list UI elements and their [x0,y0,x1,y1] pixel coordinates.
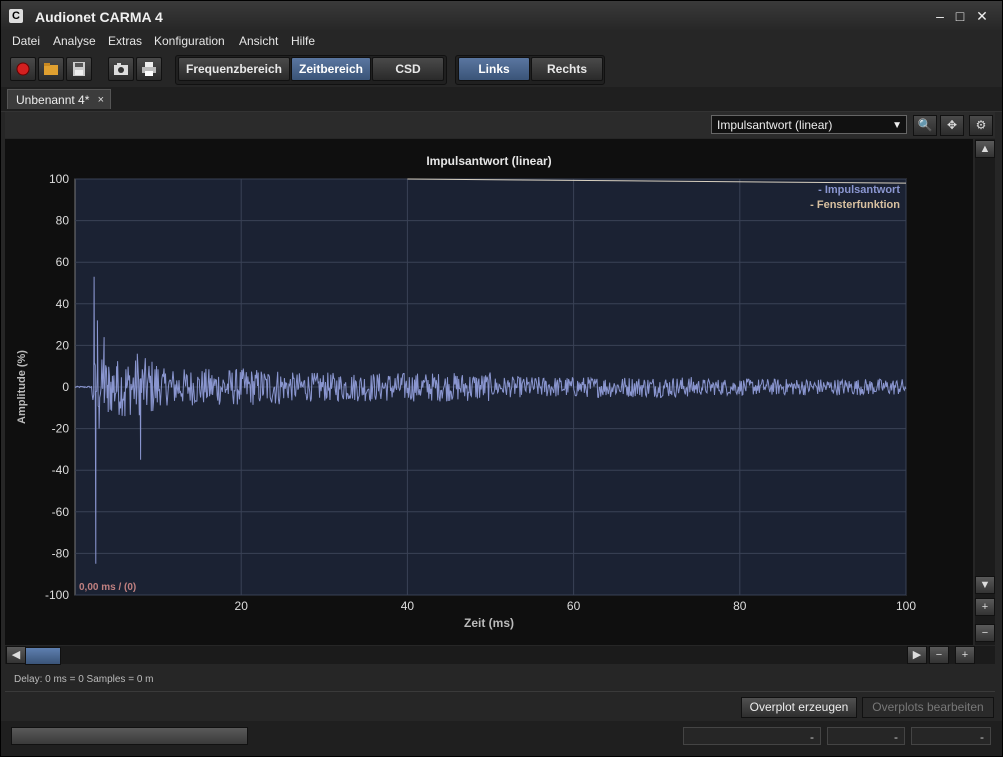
tab-zeitbereich[interactable]: Zeitbereich [291,57,371,81]
scroll-right-button[interactable]: ▶ [907,646,927,664]
horizontal-scrollbar[interactable]: ◀ ▶ − + [5,646,995,665]
app-window: C Audionet CARMA 4 – □ ✕ Datei Analyse E… [0,0,1003,757]
y-tick-labels: 100 80 60 40 20 0 -20 -40 -60 -80 -100 [45,172,69,602]
menu-ansicht[interactable]: Ansicht [239,34,278,48]
divider [5,691,995,692]
minimize-button[interactable]: – [931,7,949,25]
tab-frequenzbereich[interactable]: Frequenzbereich [178,57,290,81]
overplot-create-button[interactable]: Overplot erzeugen [741,697,857,718]
zoom-in-x-button[interactable]: + [955,646,975,664]
menu-extras[interactable]: Extras [108,34,142,48]
chevron-down-icon: ▼ [892,120,902,131]
delay-info: Delay: 0 ms = 0 Samples = 0 m [14,674,154,685]
zoom-out-x-button[interactable]: − [929,646,949,664]
zoom-out-y-button[interactable]: − [975,624,995,642]
app-logo-icon: C [9,9,23,23]
menu-konfiguration[interactable]: Konfiguration [154,34,225,48]
main-toolbar: Frequenzbereich Zeitbereich CSD Links Re… [1,53,1002,87]
y-tick-label: -80 [52,546,70,560]
impulse-response-chart[interactable]: Impulsantwort (linear) 100 80 60 40 20 0 -20 -4… [5,139,973,645]
status-bar: - - - [1,721,1002,756]
menu-hilfe[interactable]: Hilfe [291,34,315,48]
plot-panel: Impulsantwort (linear) 100 80 60 40 20 0 -20 -4… [5,139,973,645]
settings-icon[interactable]: ⚙ [969,115,993,136]
y-tick-label: 40 [56,297,70,311]
pan-icon[interactable]: ✥ [940,115,964,136]
chart-title: Impulsantwort (linear) [426,154,551,168]
y-tick-label: 20 [56,338,70,352]
camera-icon[interactable] [108,57,134,81]
document-tab-strip: Unbenannt 4* × [1,87,1002,112]
x-tick-label: 80 [733,599,747,613]
x-tick-label: 60 [567,599,581,613]
close-tab-icon[interactable]: × [98,90,104,110]
cursor-readout: 0,00 ms / (0) [79,582,136,593]
menu-bar: Datei Analyse Extras Konfiguration Ansic… [1,31,1002,53]
x-tick-labels: 20 40 60 80 100 [235,599,917,613]
document-tab[interactable]: Unbenannt 4* × [7,89,111,109]
view-type-select[interactable]: Impulsantwort (linear) ▼ [711,115,907,134]
scroll-up-button[interactable]: ▲ [975,140,995,158]
x-axis-label: Zeit (ms) [464,616,514,630]
window-title: Audionet CARMA 4 [35,9,163,25]
document-tab-label: Unbenannt 4* [16,93,90,107]
channel-rechts-button[interactable]: Rechts [531,57,603,81]
save-icon[interactable] [66,57,92,81]
vertical-scrollbar[interactable]: ▲ ▼ + − [975,139,995,645]
tab-csd[interactable]: CSD [372,57,444,81]
x-tick-label: 20 [235,599,249,613]
status-field-3: - [911,727,991,745]
y-tick-label: -100 [45,588,69,602]
channel-links-button[interactable]: Links [458,57,530,81]
y-tick-label: 80 [56,214,70,228]
y-tick-label: 100 [49,172,69,186]
legend-impulsantwort: - Impulsantwort [818,184,900,196]
y-tick-label: -20 [52,422,70,436]
status-field-2: - [827,727,905,745]
print-icon[interactable] [136,57,162,81]
y-tick-label: -40 [52,463,70,477]
overplot-edit-button[interactable]: Overplots bearbeiten [862,697,994,718]
title-bar[interactable]: C Audionet CARMA 4 – □ ✕ [1,1,1002,31]
record-icon[interactable] [10,57,36,81]
menu-analyse[interactable]: Analyse [53,34,96,48]
scroll-down-button[interactable]: ▼ [975,576,995,594]
y-axis-label: Amplitude (%) [16,350,28,424]
open-folder-icon[interactable] [38,57,64,81]
horizontal-scroll-thumb[interactable] [25,647,61,665]
view-type-value: Impulsantwort (linear) [717,118,833,132]
zoom-icon[interactable]: 🔍 [913,115,937,136]
x-tick-label: 100 [896,599,916,613]
scroll-left-button[interactable]: ◀ [6,646,26,664]
progress-bar [11,727,248,745]
legend-fensterfunktion: - Fensterfunktion [810,199,900,211]
status-field-1: - [683,727,821,745]
maximize-button[interactable]: □ [951,7,969,25]
menu-datei[interactable]: Datei [12,34,40,48]
y-tick-label: 0 [62,380,69,394]
close-window-button[interactable]: ✕ [973,7,991,25]
x-tick-label: 40 [401,599,415,613]
zoom-in-y-button[interactable]: + [975,598,995,616]
y-tick-label: 60 [56,255,70,269]
y-tick-label: -60 [52,505,70,519]
view-toolbar: Impulsantwort (linear) ▼ 🔍 ✥ ⚙ [5,112,995,138]
